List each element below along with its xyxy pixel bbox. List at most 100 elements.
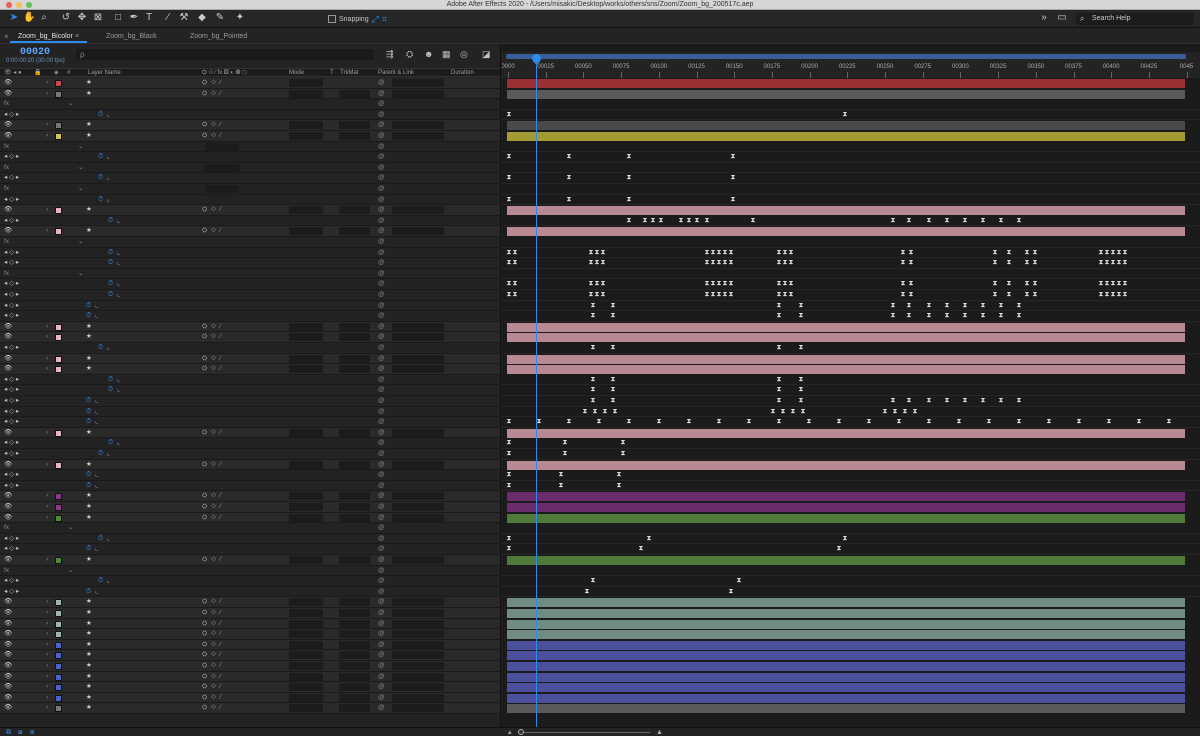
keyframe-icon[interactable]: ⧗ [506,152,512,162]
layer-row[interactable]: 👁 › ★ ⛭ ◇ ∕ @ [0,205,500,216]
label-color-swatch[interactable] [55,207,62,215]
layer-row[interactable]: 👁 › ★ ⛭ ◇ ∕ @ [0,502,500,513]
keyframe-icon[interactable]: ⧗ [558,470,564,480]
layer-row[interactable]: 👁 › ★ ⛭ ◇ ∕ @ [0,682,500,693]
layer-row[interactable]: 👁 › ★ ⛭ ◇ ∕ @ [0,703,500,714]
expand-twirl-icon[interactable]: › [46,629,48,639]
parent-pickwhip-icon[interactable]: @ [378,131,385,141]
keyframe-icon[interactable]: ⧗ [906,311,912,321]
keyframe-icon[interactable]: ⧗ [506,173,512,183]
property-row[interactable]: ◂ ◇ ▸ ⏱ ⌞ @ [0,343,500,354]
keyframe-icon[interactable]: ⧗ [944,301,950,311]
keyframe-navigator-icon[interactable]: ◂ ◇ ▸ [4,481,19,491]
property-row[interactable]: ◂ ◇ ▸ ⏱ ⌞ @ [0,480,500,492]
layer-switches-icon[interactable]: ⛭ ◇ ∕ [202,703,222,713]
layer-bar[interactable] [507,693,1185,703]
keyframe-icon[interactable]: ⧗ [600,290,606,300]
keyframe-icon[interactable]: ⧗ [900,258,906,268]
layer-switches-icon[interactable]: ⛭ ◇ ∕ [202,120,222,130]
keyframe-icon[interactable]: ⧗ [1006,290,1012,300]
label-color-swatch[interactable] [55,366,62,374]
expression-pickwhip-icon[interactable]: @ [378,290,385,300]
visibility-eye-icon[interactable]: 👁 [4,629,12,639]
parent-select[interactable] [392,609,444,617]
expression-pickwhip-icon[interactable]: @ [378,438,385,448]
expression-pickwhip-icon[interactable]: @ [378,587,385,597]
search-help-field[interactable]: ⌕ Search Help [1076,13,1194,25]
expand-twirl-icon[interactable]: › [46,205,48,215]
blend-mode-select[interactable] [289,492,323,501]
stopwatch-icon[interactable]: ⏱ [108,248,113,258]
keyframe-icon[interactable]: ⧗ [626,216,632,226]
keyframe-icon[interactable]: ⧗ [1166,417,1172,427]
stopwatch-icon[interactable]: ⏱ [86,417,91,427]
parent-select[interactable] [392,333,444,342]
track-matte-select[interactable] [339,651,370,660]
keyframe-navigator-icon[interactable]: ◂ ◇ ▸ [4,195,19,205]
keyframe-icon[interactable]: ⧗ [694,216,700,226]
expand-twirl-icon[interactable]: ⌄ [68,566,73,576]
keyframe-icon[interactable]: ⧗ [900,279,906,289]
keyframe-icon[interactable]: ⧗ [980,396,986,406]
label-color-swatch[interactable] [55,620,62,628]
keyframe-icon[interactable]: ⧗ [1032,290,1038,300]
property-row[interactable]: ◂ ◇ ▸ ⏱ ⌞ @ [0,396,500,407]
track-matte-select[interactable] [339,365,370,374]
keyframe-icon[interactable]: ⧗ [1122,258,1128,268]
keyframe-icon[interactable]: ⧗ [1032,248,1038,258]
keyframe-icon[interactable]: ⧗ [506,438,512,448]
keyframe-icon[interactable]: ⧗ [658,216,664,226]
time-zoom-slider[interactable] [520,732,650,733]
blend-mode-select[interactable] [289,513,323,522]
keyframe-icon[interactable]: ⧗ [566,173,572,183]
keyframe-icon[interactable]: ⧗ [512,248,518,258]
expand-twirl-icon[interactable]: ⌄ [78,237,83,247]
parent-pickwhip-icon[interactable]: @ [378,332,385,342]
label-color-swatch[interactable] [55,663,62,670]
layer-switches-icon[interactable]: ⛭ ◇ ∕ [202,682,222,692]
keyframe-icon[interactable]: ⧗ [590,385,596,395]
keyframe-navigator-icon[interactable]: ◂ ◇ ▸ [4,385,19,395]
label-color-swatch[interactable] [55,323,62,331]
keyframe-icon[interactable]: ⧗ [1016,396,1022,406]
keyframe-navigator-icon[interactable]: ◂ ◇ ▸ [4,407,19,417]
stopwatch-icon[interactable]: ⏱ [98,343,103,353]
expression-pickwhip-icon[interactable]: @ [378,163,385,173]
keyframe-icon[interactable]: ⧗ [962,216,968,226]
keyframe-icon[interactable]: ⧗ [596,417,602,427]
keyframe-icon[interactable]: ⧗ [798,301,804,311]
visibility-eye-icon[interactable]: 👁 [4,354,12,364]
property-row[interactable]: fx ⌄ @ [0,141,500,153]
label-color-swatch[interactable] [55,641,62,649]
keyframe-icon[interactable]: ⧗ [730,152,736,162]
layer-row[interactable]: 👁 › ★ ⛭ ◇ ∕ @ [0,650,500,661]
keyframe-icon[interactable]: ⧗ [842,110,848,120]
layer-switches-icon[interactable]: ⛭ ◇ ∕ [202,89,222,99]
expression-pickwhip-icon[interactable]: @ [378,470,385,480]
parent-pickwhip-icon[interactable]: @ [378,120,385,130]
property-row[interactable]: ◂ ◇ ▸ ⏱ ⌞ @ [0,311,500,322]
layer-switches-icon[interactable]: ⛭ ◇ ∕ [202,502,222,512]
stopwatch-icon[interactable]: ⏱ [86,301,91,311]
parent-pickwhip-icon[interactable]: @ [378,672,385,682]
keyframe-icon[interactable]: ⧗ [506,417,512,427]
keyframe-icon[interactable]: ⧗ [956,417,962,427]
stopwatch-icon[interactable]: ⏱ [108,279,113,289]
visibility-eye-icon[interactable]: 👁 [4,661,12,671]
keyframe-icon[interactable]: ⧗ [908,248,914,258]
track-matte-select[interactable] [339,89,370,98]
keyframe-icon[interactable]: ⧗ [908,290,914,300]
parent-select[interactable] [392,227,444,236]
keyframe-icon[interactable]: ⧗ [1032,279,1038,289]
label-color-swatch[interactable] [55,80,62,87]
property-row[interactable]: ◂ ◇ ▸ ⏱ ⌞ @ [0,470,500,481]
keyframe-icon[interactable]: ⧗ [1122,279,1128,289]
visibility-eye-icon[interactable]: 👁 [4,491,12,501]
blend-mode-select[interactable] [289,79,323,87]
visibility-eye-icon[interactable]: 👁 [4,120,12,130]
label-color-swatch[interactable] [55,133,62,140]
layer-bar[interactable] [507,598,1185,608]
keyframe-icon[interactable]: ⧗ [506,481,512,491]
expression-pickwhip-icon[interactable]: @ [378,279,385,289]
property-row[interactable]: ◂ ◇ ▸ ⏱ ⌞ @ [0,152,500,163]
